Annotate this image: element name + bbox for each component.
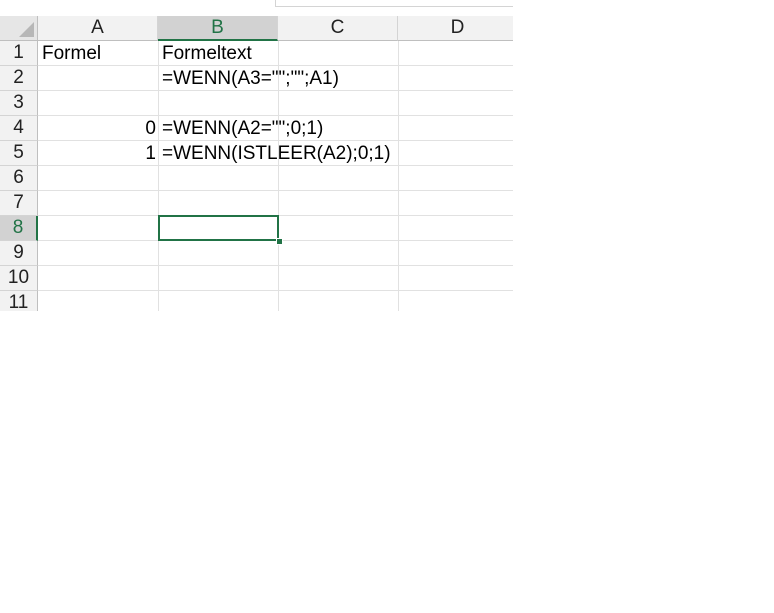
select-all-triangle-icon (19, 22, 34, 37)
column-header-d[interactable]: D (398, 16, 513, 41)
gridline-vertical (158, 41, 159, 311)
row-header-3[interactable]: 3 (0, 91, 38, 116)
row-header-2[interactable]: 2 (0, 66, 38, 91)
row-header-9[interactable]: 9 (0, 241, 38, 266)
spreadsheet-grid[interactable]: A B C D 1 2 3 4 5 6 7 8 9 10 11 Formel F… (0, 0, 513, 311)
cell-b1[interactable]: Formeltext (162, 41, 252, 66)
gridline-horizontal (38, 290, 513, 291)
gridline-horizontal (38, 190, 513, 191)
column-header-b[interactable]: B (158, 16, 278, 41)
cell-b2[interactable]: =WENN(A3="";"";A1) (162, 66, 339, 91)
cell-a1[interactable]: Formel (42, 41, 101, 66)
cell-b5[interactable]: =WENN(ISTLEER(A2);0;1) (162, 141, 391, 166)
row-header-11[interactable]: 11 (0, 291, 38, 311)
row-header-5[interactable]: 5 (0, 141, 38, 166)
active-cell-b8[interactable] (158, 215, 279, 241)
fill-handle[interactable] (276, 238, 283, 245)
row-header-8[interactable]: 8 (0, 216, 38, 241)
row-header-1[interactable]: 1 (0, 41, 38, 66)
column-header-a[interactable]: A (38, 16, 158, 41)
gridline-vertical (398, 41, 399, 311)
row-header-10[interactable]: 10 (0, 266, 38, 291)
cell-a4[interactable]: 0 (40, 116, 156, 141)
row-header-6[interactable]: 6 (0, 166, 38, 191)
cell-b4[interactable]: =WENN(A2="";0;1) (162, 116, 323, 141)
gridline-horizontal (38, 265, 513, 266)
cell-a5[interactable]: 1 (40, 141, 156, 166)
select-all-button[interactable] (0, 16, 38, 41)
row-header-7[interactable]: 7 (0, 191, 38, 216)
formula-bar-edge[interactable] (275, 0, 513, 7)
column-header-c[interactable]: C (278, 16, 398, 41)
row-header-4[interactable]: 4 (0, 116, 38, 141)
